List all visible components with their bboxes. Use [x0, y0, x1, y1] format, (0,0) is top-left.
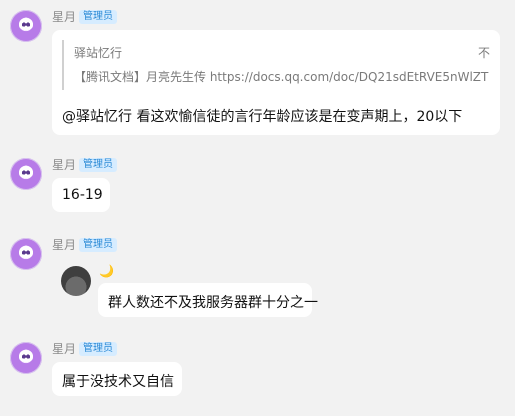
message-text: 16-19 — [62, 187, 103, 203]
user-avatar[interactable] — [10, 10, 42, 42]
sender-name: 星月 — [52, 10, 77, 24]
admin-badge: 管理员 — [79, 342, 117, 356]
message-bubble[interactable]: 驿站忆行 不 【腾讯文档】月亮先生传 https://docs.qq.com/d… — [52, 30, 500, 135]
crescent-moon-icon: 🌙 — [99, 264, 114, 278]
user-avatar[interactable] — [10, 342, 42, 374]
quoted-right-char: 不 — [477, 46, 490, 60]
user-avatar[interactable] — [10, 238, 42, 270]
message-bubble[interactable]: 16-19 — [52, 178, 110, 212]
message-text: @驿站忆行 看这欢愉信徒的言行年龄应该是在变声期上，20以下 — [62, 109, 463, 125]
sender-name: 星月 — [52, 342, 77, 356]
admin-badge: 管理员 — [79, 238, 117, 252]
message-text: 属于没技术又自信 — [62, 374, 174, 390]
message-bubble[interactable]: 群人数还不及我服务器群十分之一 — [98, 283, 318, 317]
user-avatar[interactable] — [10, 158, 42, 190]
quoted-message[interactable]: 驿站忆行 不 【腾讯文档】月亮先生传 https://docs.qq.com/d… — [62, 40, 490, 90]
sender-name: 星月 — [52, 158, 77, 172]
reply-avatar[interactable] — [61, 266, 91, 296]
message-bubble[interactable]: 属于没技术又自信 — [52, 362, 182, 396]
admin-badge: 管理员 — [79, 10, 117, 24]
admin-badge: 管理员 — [79, 158, 117, 172]
quoted-author: 驿站忆行 — [74, 46, 123, 60]
sender-name: 星月 — [52, 238, 77, 252]
message-text: 群人数还不及我服务器群十分之一 — [108, 295, 318, 311]
quoted-link-text[interactable]: 【腾讯文档】月亮先生传 https://docs.qq.com/doc/DQ21… — [74, 68, 488, 85]
